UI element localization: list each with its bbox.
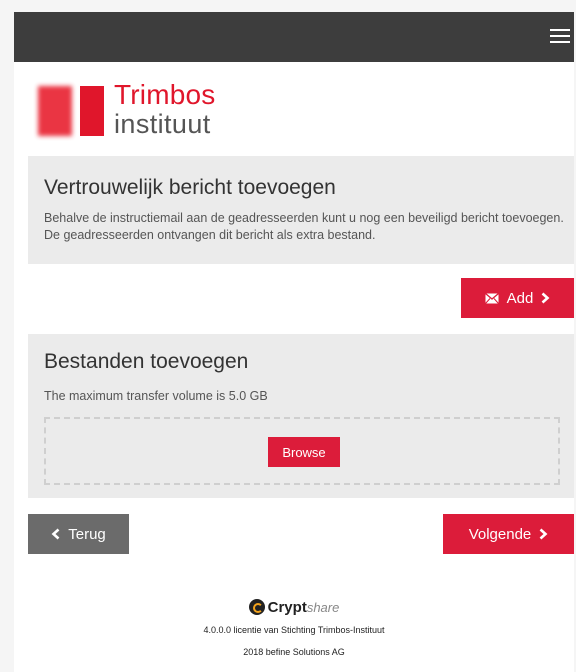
back-button[interactable]: Terug [28,514,129,554]
logo-blurred-bar [38,86,72,136]
copyright-text: 2018 befine Solutions AG [243,647,345,657]
cryptshare-logo: Crypt share [14,596,574,618]
next-button-label: Volgende [468,525,532,543]
confidential-message-panel: Vertrouwelijk bericht toevoegen Behalve … [28,156,574,264]
top-navbar [14,12,574,62]
logo-solid-bar [80,86,104,136]
cryptshare-brand-light: share [306,599,340,615]
cryptshare-logo-icon [248,599,265,615]
license-text: 4.0.0.0 licentie van Stichting Trimbos-I… [203,625,385,635]
cryptshare-brand-bold: Crypt [267,598,307,616]
next-button[interactable]: Volgende [443,514,574,554]
message-panel-title: Vertrouwelijk bericht toevoegen [44,176,336,199]
add-files-panel: Bestanden toevoegen The maximum transfer… [28,334,574,498]
hamburger-menu-icon[interactable] [550,29,572,45]
footer: Crypt share 4.0.0.0 licentie van Stichti… [14,596,574,658]
browse-button[interactable]: Browse [268,437,340,467]
chevron-right-icon [541,292,550,304]
logo-text-line2: instituut [114,109,211,139]
page-container: Trimbos instituut Vertrouwelijk bericht … [14,12,574,672]
back-button-label: Terug [68,525,106,543]
max-transfer-note: The maximum transfer volume is 5.0 GB [44,389,268,403]
chevron-right-icon [539,528,548,540]
chevron-left-icon [51,528,60,540]
file-dropzone[interactable]: Browse [44,417,560,485]
add-message-button[interactable]: Add [461,278,574,318]
envelope-icon [484,292,499,304]
message-panel-description: Behalve de instructiemail aan de geadres… [44,211,564,242]
trimbos-logo: Trimbos instituut [38,79,258,139]
files-panel-title: Bestanden toevoegen [44,350,249,373]
add-button-label: Add [506,289,534,307]
logo-text-line1: Trimbos [114,79,216,110]
